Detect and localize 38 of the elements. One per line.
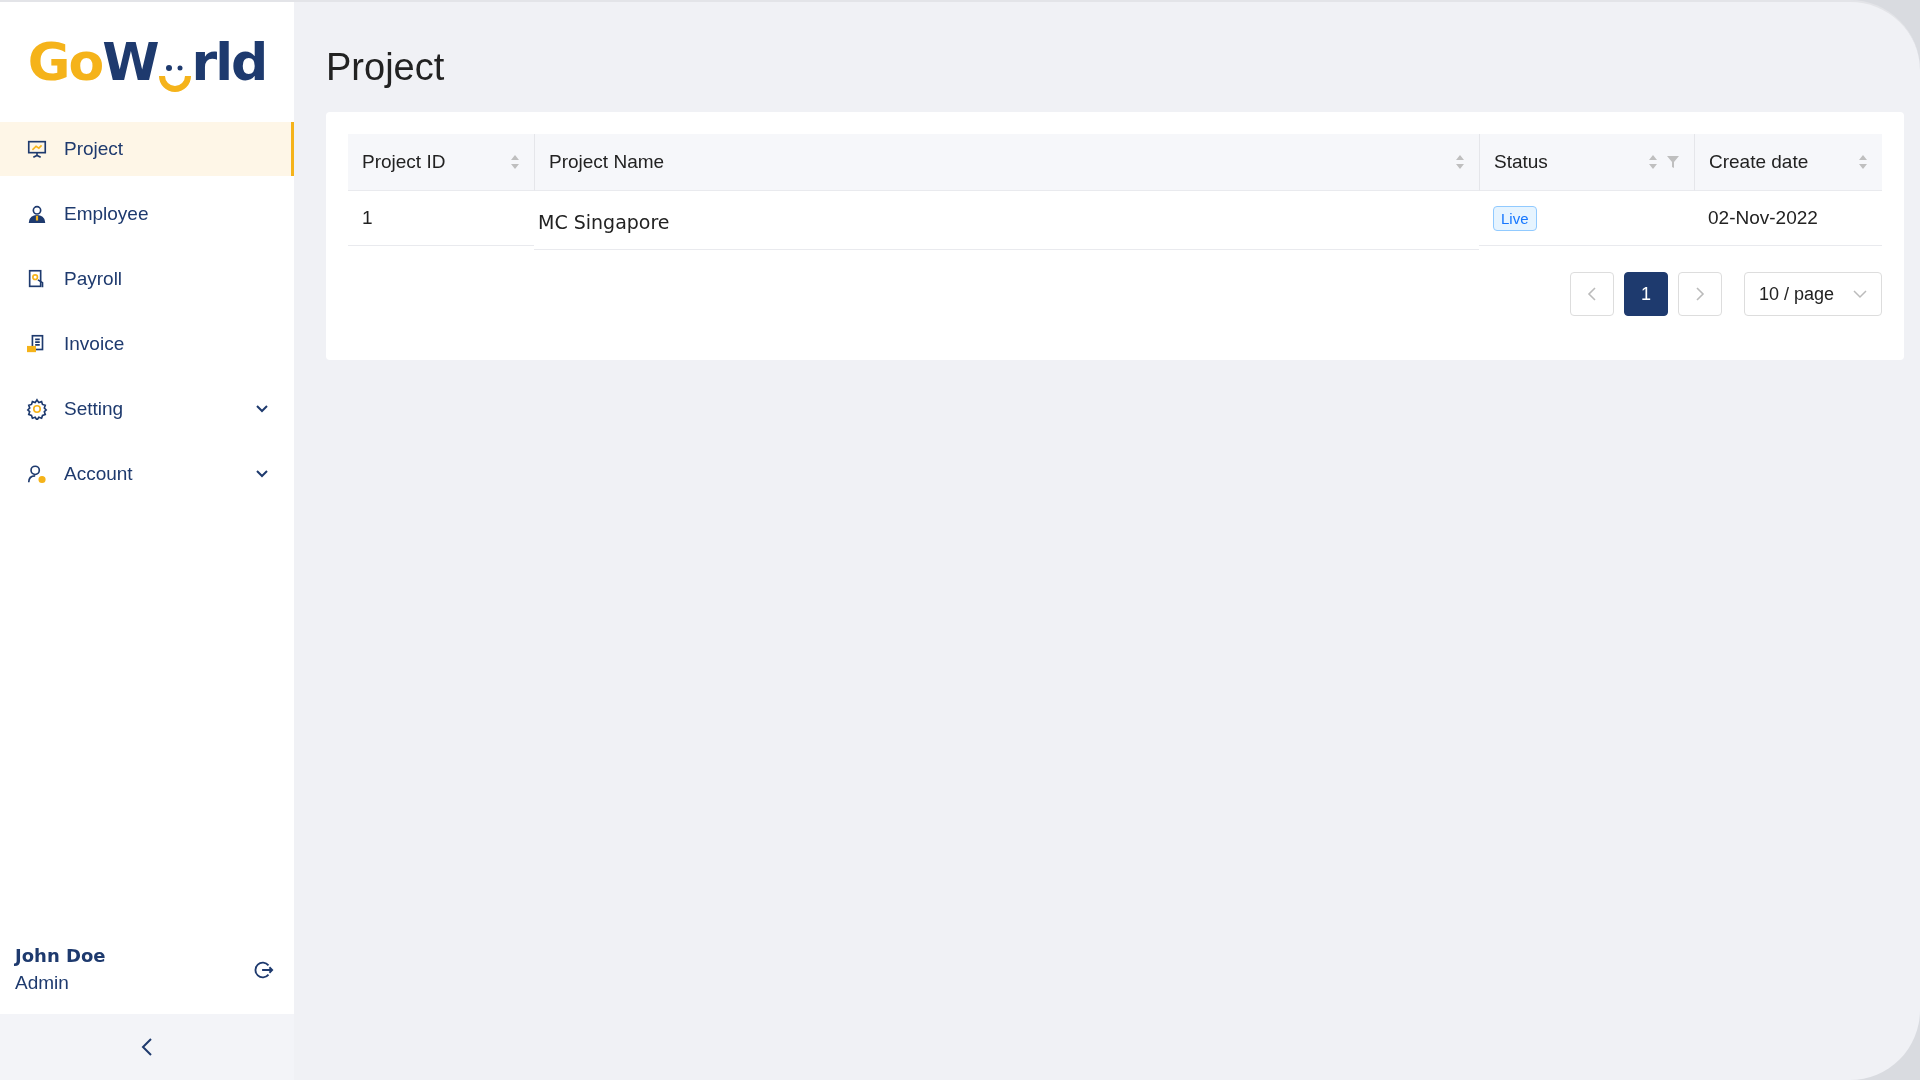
page-size-select[interactable]: 10 / page bbox=[1744, 272, 1882, 316]
sidebar-item[interactable]: Payroll bbox=[0, 252, 294, 306]
sidebar-item[interactable]: Project bbox=[0, 122, 294, 176]
presentation-icon bbox=[26, 138, 48, 160]
sort-icon[interactable] bbox=[1648, 154, 1658, 170]
sort-icon[interactable] bbox=[1858, 154, 1868, 170]
goworld-logo: GoW rld bbox=[27, 32, 267, 92]
user-settings-icon bbox=[26, 463, 48, 485]
user-name: John Doe bbox=[15, 945, 107, 966]
chevron-left-icon bbox=[1587, 286, 1597, 302]
sidebar-item[interactable]: Setting bbox=[0, 382, 294, 436]
column-header[interactable]: Create date bbox=[1694, 134, 1882, 191]
chevron-down-icon bbox=[1853, 289, 1867, 299]
settings-icon bbox=[26, 398, 48, 420]
sidebar-item[interactable]: Account bbox=[0, 447, 294, 501]
sidebar-item[interactable]: Invoice bbox=[0, 317, 294, 371]
sort-icon[interactable] bbox=[510, 154, 520, 170]
page-title: Project bbox=[326, 46, 446, 89]
column-header[interactable]: Project Name bbox=[534, 134, 1479, 191]
table-cell: MC Singapore bbox=[534, 191, 1479, 250]
previous-page-button[interactable] bbox=[1570, 272, 1614, 316]
next-page-button[interactable] bbox=[1678, 272, 1722, 316]
chevron-right-icon bbox=[1695, 286, 1705, 302]
chevron-down-icon[interactable] bbox=[255, 469, 269, 479]
chevron-down-icon[interactable] bbox=[255, 404, 269, 414]
chevron-left-icon bbox=[140, 1036, 154, 1058]
collapse-button[interactable] bbox=[0, 1014, 294, 1080]
column-header[interactable]: Status bbox=[1479, 134, 1694, 191]
table-cell: 02-Nov-2022 bbox=[1694, 191, 1882, 246]
user-role: Admin bbox=[15, 972, 70, 994]
sort-icon[interactable] bbox=[1455, 154, 1465, 170]
filter-icon[interactable] bbox=[1666, 155, 1680, 169]
person-icon bbox=[26, 203, 48, 225]
table-cell: 1 bbox=[348, 191, 534, 246]
column-header[interactable]: Project ID bbox=[348, 134, 534, 191]
page-button[interactable]: 1 bbox=[1624, 272, 1668, 316]
sidebar-item[interactable]: Employee bbox=[0, 187, 294, 241]
status-tag: Live bbox=[1493, 205, 1537, 231]
